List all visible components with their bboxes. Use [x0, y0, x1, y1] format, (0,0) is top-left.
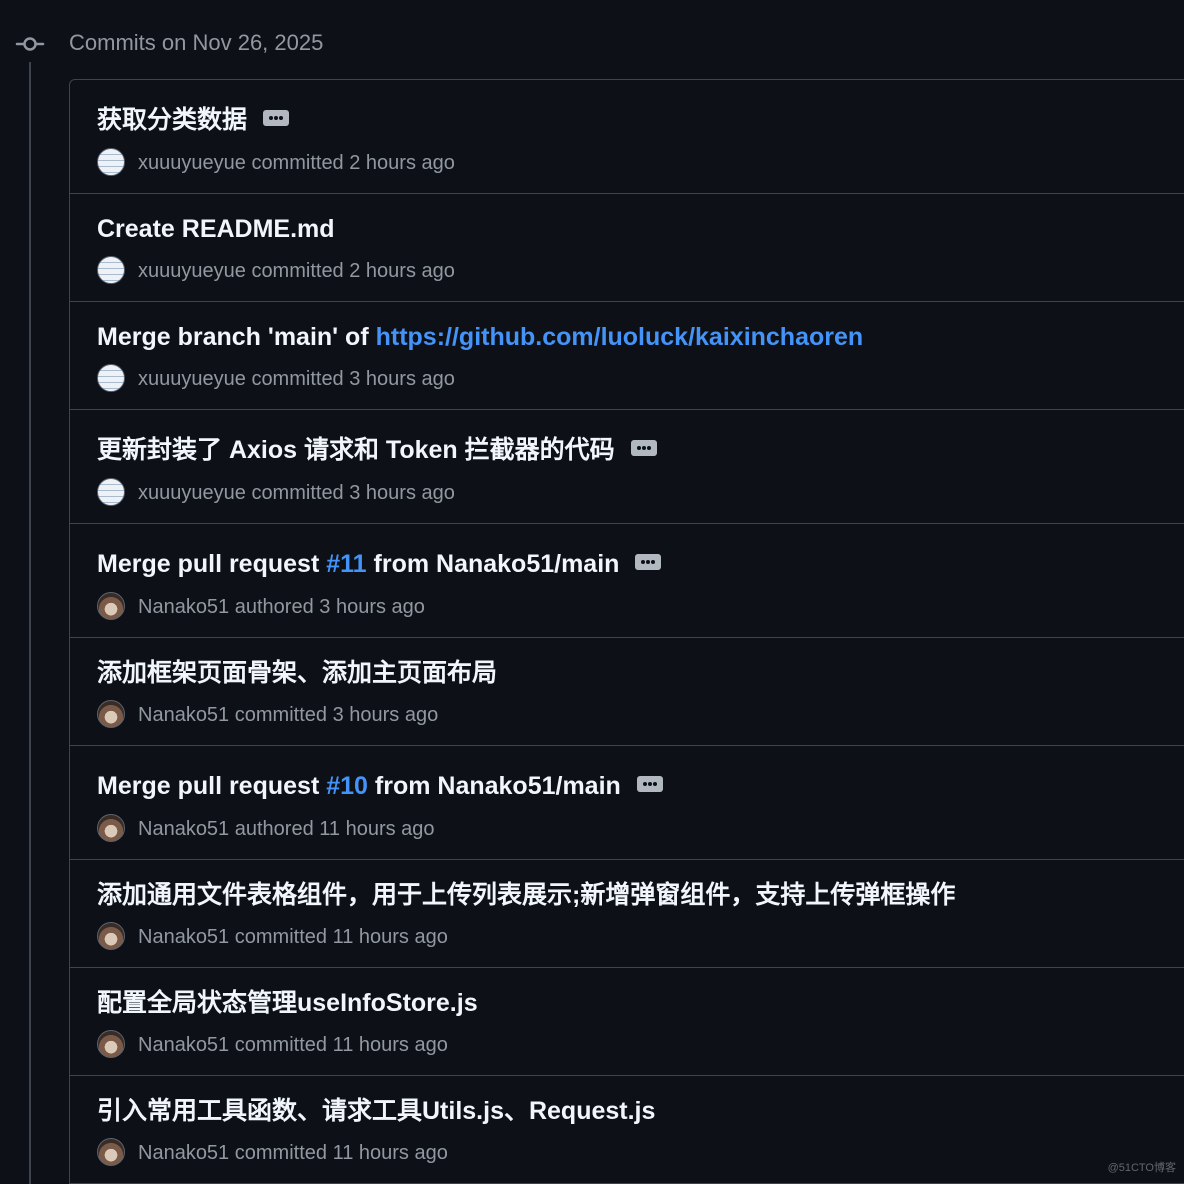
commit-time: 3 hours ago	[349, 368, 455, 390]
commit-time: 11 hours ago	[332, 1142, 448, 1164]
commit-list: 获取分类数据 xuuuyueyue committed 2 hours ago …	[69, 79, 1184, 1184]
commit-meta: Nanako51 committed 3 hours ago	[97, 699, 439, 729]
commit-action: committed	[234, 1142, 327, 1164]
commit-row: Merge pull request #10 from Nanako51/mai…	[70, 746, 1184, 860]
commit-meta: Nanako51 authored 11 hours ago	[97, 813, 435, 843]
commit-title: 添加框架页面骨架、添加主页面布局	[97, 657, 497, 689]
commit-title: 添加通用文件表格组件，用于上传列表展示;新增弹窗组件，支持上传弹框操作	[97, 879, 955, 911]
commit-title: 引入常用工具函数、请求工具Utils.js、Request.js	[97, 1095, 655, 1127]
commit-meta: Nanako51 committed 11 hours ago	[97, 1137, 448, 1167]
author-link[interactable]: Nanako51	[138, 1142, 229, 1164]
commit-row: Merge pull request #11 from Nanako51/mai…	[70, 524, 1184, 638]
ellipsis-icon	[636, 776, 663, 793]
commit-title: 获取分类数据	[97, 104, 290, 136]
commit-time: 11 hours ago	[332, 1034, 448, 1056]
commit-message-link[interactable]: 添加框架页面骨架、添加主页面布局	[97, 659, 497, 687]
nanako51-avatar[interactable]	[97, 921, 125, 950]
commit-row: 配置全局状态管理useInfoStore.js Nanako51 committ…	[70, 968, 1184, 1076]
commit-message-link[interactable]: Merge pull request	[97, 772, 326, 800]
commit-title: Merge pull request #11 from Nanako51/mai…	[97, 548, 662, 580]
xuuuyueyue-avatar[interactable]	[97, 363, 125, 392]
commit-title: Merge branch 'main' of https://github.co…	[97, 321, 863, 353]
author-link[interactable]: xuuuyueyue	[138, 260, 246, 282]
commit-title: 配置全局状态管理useInfoStore.js	[97, 987, 478, 1019]
commit-message-link[interactable]: from Nanako51/main	[367, 550, 620, 578]
git-commit-icon	[15, 37, 45, 51]
commit-action: authored	[234, 818, 314, 840]
author-link[interactable]: xuuuyueyue	[138, 152, 246, 174]
commit-action: committed	[251, 260, 344, 282]
commit-action: authored	[234, 596, 314, 618]
commit-message-link[interactable]: Create README.md	[97, 215, 335, 243]
author-link[interactable]: Nanako51	[138, 704, 229, 726]
commit-title: Merge pull request #10 from Nanako51/mai…	[97, 770, 663, 802]
watermark: @51CTO博客	[1107, 1162, 1176, 1174]
commit-time: 11 hours ago	[332, 926, 448, 948]
commit-row: 引入常用工具函数、请求工具Utils.js、Request.js Nanako5…	[70, 1076, 1184, 1183]
pull-request-link[interactable]: #11	[326, 550, 366, 578]
ellipsis-icon	[635, 554, 662, 571]
commit-title: Create README.md	[97, 213, 335, 245]
author-link[interactable]: Nanako51	[138, 926, 229, 948]
commit-message-link[interactable]: Merge branch 'main' of	[97, 323, 376, 351]
expand-description-button[interactable]	[635, 554, 662, 571]
pull-request-link[interactable]: #10	[326, 772, 368, 800]
commit-message-link[interactable]: 更新封装了 Axios 请求和 Token 拦截器的代码	[97, 436, 615, 464]
commit-row: 获取分类数据 xuuuyueyue committed 2 hours ago	[70, 80, 1184, 194]
commit-meta: xuuuyueyue committed 2 hours ago	[97, 255, 455, 285]
commit-message-link[interactable]: from Nanako51/main	[368, 772, 621, 800]
commit-time: 2 hours ago	[349, 152, 455, 174]
commit-time: 11 hours ago	[319, 818, 435, 840]
commit-title: 更新封装了 Axios 请求和 Token 拦截器的代码	[97, 434, 657, 466]
nanako51-avatar[interactable]	[97, 1137, 125, 1166]
author-link[interactable]: xuuuyueyue	[138, 482, 246, 504]
commit-action: committed	[234, 1034, 327, 1056]
nanako51-avatar[interactable]	[97, 699, 125, 728]
expand-description-button[interactable]	[630, 440, 657, 457]
commit-row: 更新封装了 Axios 请求和 Token 拦截器的代码 xuuuyueyue …	[70, 410, 1184, 524]
commit-meta: xuuuyueyue committed 2 hours ago	[97, 147, 455, 177]
expand-description-button[interactable]	[636, 776, 663, 793]
author-link[interactable]: Nanako51	[138, 818, 229, 840]
author-link[interactable]: Nanako51	[138, 596, 229, 618]
commit-time: 3 hours ago	[349, 482, 455, 504]
commit-action: committed	[234, 704, 327, 726]
commit-row: Create README.md xuuuyueyue committed 2 …	[70, 194, 1184, 302]
commits-date-header: Commits on Nov 26, 2025	[69, 30, 324, 55]
commit-message-link[interactable]: Merge pull request	[97, 550, 326, 578]
xuuuyueyue-avatar[interactable]	[97, 147, 125, 176]
author-link[interactable]: xuuuyueyue	[138, 368, 246, 390]
repository-url-link[interactable]: https://github.com/luoluck/kaixinchaoren	[376, 323, 864, 351]
commit-row: 添加框架页面骨架、添加主页面布局 Nanako51 committed 3 ho…	[70, 638, 1184, 746]
xuuuyueyue-avatar[interactable]	[97, 255, 125, 284]
author-link[interactable]: Nanako51	[138, 1034, 229, 1056]
timeline-line	[29, 62, 31, 1184]
expand-description-button[interactable]	[263, 110, 290, 127]
commit-meta: Nanako51 committed 11 hours ago	[97, 1029, 448, 1059]
ellipsis-icon	[630, 440, 657, 457]
commit-action: committed	[234, 926, 327, 948]
commit-action: committed	[251, 368, 344, 390]
commit-meta: Nanako51 authored 3 hours ago	[97, 591, 425, 621]
nanako51-avatar[interactable]	[97, 813, 125, 842]
commit-row: 添加通用文件表格组件，用于上传列表展示;新增弹窗组件，支持上传弹框操作 Nana…	[70, 860, 1184, 968]
commit-meta: xuuuyueyue committed 3 hours ago	[97, 477, 455, 507]
commit-time: 2 hours ago	[349, 260, 455, 282]
commit-meta: Nanako51 committed 11 hours ago	[97, 921, 448, 951]
commit-action: committed	[251, 152, 344, 174]
commit-time: 3 hours ago	[332, 704, 439, 726]
ellipsis-icon	[263, 110, 290, 127]
commit-message-link[interactable]: 引入常用工具函数、请求工具Utils.js、Request.js	[97, 1097, 655, 1125]
xuuuyueyue-avatar[interactable]	[97, 477, 125, 506]
nanako51-avatar[interactable]	[97, 1029, 125, 1058]
commit-meta: xuuuyueyue committed 3 hours ago	[97, 363, 455, 393]
commit-message-link[interactable]: 获取分类数据	[97, 106, 247, 134]
commit-message-link[interactable]: 配置全局状态管理useInfoStore.js	[97, 989, 478, 1017]
commit-message-link[interactable]: 添加通用文件表格组件，用于上传列表展示;新增弹窗组件，支持上传弹框操作	[97, 881, 955, 909]
commit-time: 3 hours ago	[319, 596, 425, 618]
commit-action: committed	[251, 482, 344, 504]
commit-row: Merge branch 'main' of https://github.co…	[70, 302, 1184, 410]
nanako51-avatar[interactable]	[97, 591, 125, 620]
